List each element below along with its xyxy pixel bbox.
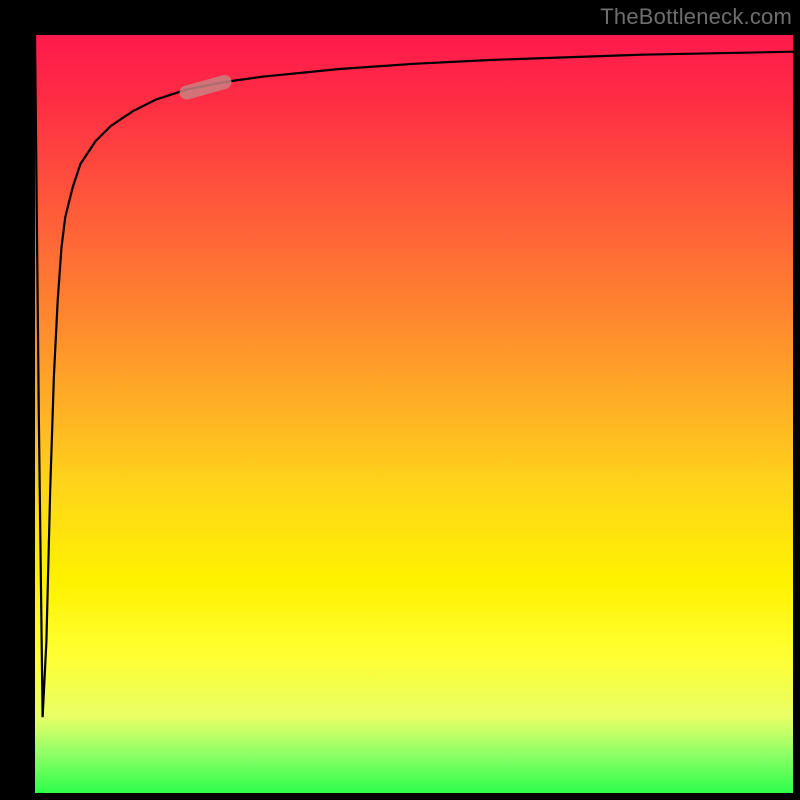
curve-marker	[187, 82, 225, 93]
chart-frame: TheBottleneck.com	[0, 0, 800, 800]
bottleneck-curve	[35, 35, 793, 717]
chart-overlay	[35, 35, 793, 793]
attribution-text: TheBottleneck.com	[600, 4, 792, 30]
